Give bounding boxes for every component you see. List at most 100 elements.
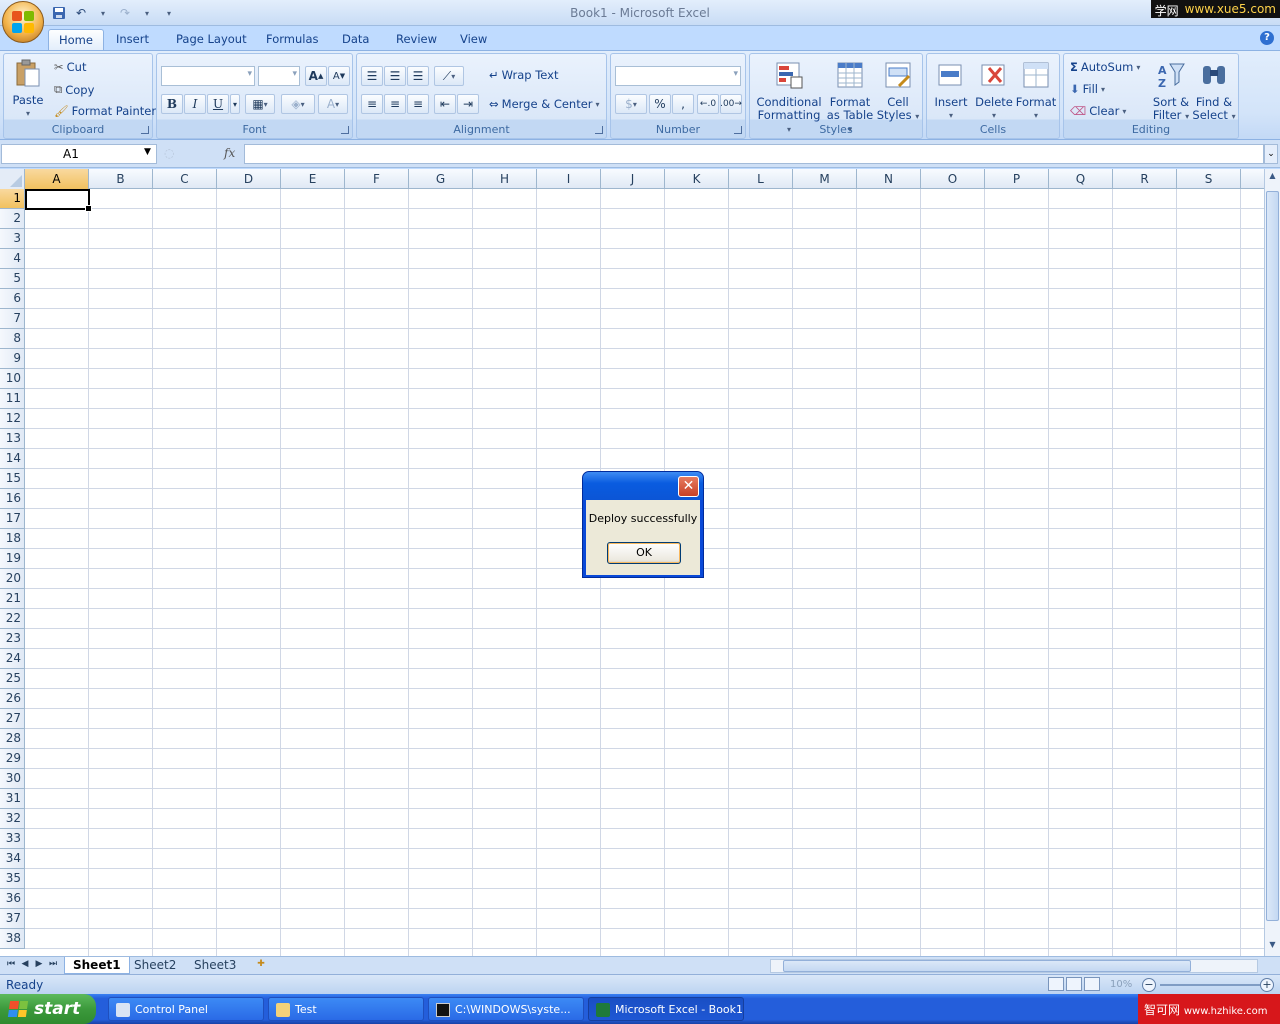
font-size-combo[interactable] [258, 66, 300, 86]
prev-sheet-icon[interactable]: ◀ [18, 959, 32, 973]
zoom-slider[interactable] [1160, 984, 1260, 986]
row-header[interactable]: 6 [0, 289, 25, 309]
row-header[interactable]: 38 [0, 929, 25, 949]
row-header[interactable]: 5 [0, 269, 25, 289]
dialog-ok-button[interactable]: OK [607, 542, 681, 564]
increase-indent-icon[interactable]: ⇥ [457, 94, 479, 114]
row-header[interactable]: 20 [0, 569, 25, 589]
vertical-scrollbar[interactable]: ▲ ▼ [1264, 169, 1280, 956]
row-header[interactable]: 10 [0, 369, 25, 389]
tab-home[interactable]: Home [48, 29, 104, 50]
row-header[interactable]: 37 [0, 909, 25, 929]
row-header[interactable]: 36 [0, 889, 25, 909]
row-header[interactable]: 11 [0, 389, 25, 409]
row-header[interactable]: 9 [0, 349, 25, 369]
column-header[interactable]: R [1113, 169, 1177, 189]
column-header[interactable]: S [1177, 169, 1241, 189]
column-header[interactable]: E [281, 169, 345, 189]
start-button[interactable]: start [0, 994, 96, 1024]
clear-button[interactable]: ⌫ Clear ▾ [1070, 104, 1126, 118]
column-header[interactable]: N [857, 169, 921, 189]
cut-button[interactable]: ✂ Cut [54, 60, 86, 74]
align-center-icon[interactable]: ≡ [384, 94, 406, 114]
column-header[interactable]: C [153, 169, 217, 189]
align-top-icon[interactable]: ☰ [361, 66, 383, 86]
dialog-close-button[interactable]: ✕ [678, 476, 699, 497]
align-left-icon[interactable]: ≡ [361, 94, 383, 114]
formula-input[interactable] [244, 144, 1264, 164]
find-select-button[interactable]: Find & Select ▾ [1192, 60, 1236, 123]
fill-color-icon[interactable]: ◈ ▾ [281, 94, 315, 114]
row-header[interactable]: 30 [0, 769, 25, 789]
help-icon[interactable]: ? [1260, 31, 1274, 45]
row-header[interactable]: 8 [0, 329, 25, 349]
sheet-tab-sheet1[interactable]: Sheet1 [64, 957, 130, 974]
autosum-button[interactable]: Σ AutoSum ▾ [1070, 60, 1140, 74]
insert-sheet-icon[interactable]: ✚ [252, 959, 270, 973]
name-box-dropdown-icon[interactable]: ▼ [144, 147, 151, 157]
font-color-icon[interactable]: A ▾ [318, 94, 348, 114]
column-header[interactable]: G [409, 169, 473, 189]
horizontal-scrollbar[interactable] [770, 959, 1258, 973]
increase-decimal-icon[interactable]: ←.0 [697, 94, 719, 114]
column-header[interactable]: B [89, 169, 153, 189]
insert-cells-button[interactable]: Insert ▾ [931, 60, 971, 122]
column-header[interactable]: J [601, 169, 665, 189]
number-launcher-icon[interactable] [734, 126, 742, 134]
row-header[interactable]: 3 [0, 229, 25, 249]
underline-button[interactable]: U [207, 94, 229, 114]
row-header[interactable]: 17 [0, 509, 25, 529]
paste-button[interactable]: Paste ▾ [8, 58, 48, 120]
row-header[interactable]: 2 [0, 209, 25, 229]
row-header[interactable]: 16 [0, 489, 25, 509]
orientation-icon[interactable]: ⟋ ▾ [434, 66, 464, 86]
expand-formula-bar-icon[interactable]: ⌄ [1264, 144, 1278, 164]
zoom-in-icon[interactable]: + [1260, 978, 1274, 992]
decrease-decimal-icon[interactable]: .00→ [720, 94, 742, 114]
row-header[interactable]: 25 [0, 669, 25, 689]
zoom-level[interactable]: 10% [1110, 979, 1132, 990]
normal-view-icon[interactable] [1048, 977, 1064, 991]
align-middle-icon[interactable]: ☰ [384, 66, 406, 86]
column-header[interactable]: H [473, 169, 537, 189]
sheet-tab-sheet3[interactable]: Sheet3 [186, 957, 244, 974]
active-cell-a1[interactable] [25, 189, 92, 212]
row-header[interactable]: 31 [0, 789, 25, 809]
first-sheet-icon[interactable]: ⏮ [4, 959, 18, 973]
row-header[interactable]: 14 [0, 449, 25, 469]
row-header[interactable]: 35 [0, 869, 25, 889]
italic-button[interactable]: I [184, 94, 206, 114]
zoom-out-icon[interactable]: − [1142, 978, 1156, 992]
row-header[interactable]: 12 [0, 409, 25, 429]
page-break-view-icon[interactable] [1084, 977, 1100, 991]
cell-styles-button[interactable]: Cell Styles ▾ [876, 60, 920, 123]
font-name-combo[interactable] [161, 66, 255, 86]
tab-formulas[interactable]: Formulas [256, 29, 329, 50]
taskbar-item-test[interactable]: Test [268, 997, 424, 1021]
page-layout-view-icon[interactable] [1066, 977, 1082, 991]
office-button[interactable] [2, 1, 44, 43]
select-all-button[interactable] [0, 169, 25, 189]
row-header[interactable]: 4 [0, 249, 25, 269]
row-header[interactable]: 18 [0, 529, 25, 549]
underline-dropdown-icon[interactable]: ▾ [230, 94, 240, 114]
horizontal-scroll-thumb[interactable] [783, 960, 1191, 972]
format-painter-button[interactable]: 🖌 Format Painter [54, 104, 156, 118]
taskbar-item-excel[interactable]: Microsoft Excel - Book1 [588, 997, 744, 1021]
decrease-indent-icon[interactable]: ⇤ [434, 94, 456, 114]
taskbar-item-control-panel[interactable]: Control Panel [108, 997, 264, 1021]
borders-icon[interactable]: ▦ ▾ [245, 94, 275, 114]
comma-button[interactable]: , [672, 94, 694, 114]
row-header[interactable]: 23 [0, 629, 25, 649]
column-header[interactable]: K [665, 169, 729, 189]
column-header[interactable]: I [537, 169, 601, 189]
clipboard-launcher-icon[interactable] [141, 126, 149, 134]
column-header[interactable]: F [345, 169, 409, 189]
font-launcher-icon[interactable] [341, 126, 349, 134]
column-header[interactable]: A [25, 169, 89, 189]
column-header[interactable]: O [921, 169, 985, 189]
scroll-up-icon[interactable]: ▲ [1266, 171, 1279, 185]
row-header[interactable]: 26 [0, 689, 25, 709]
taskbar-item-cmd[interactable]: C:\WINDOWS\syste... [428, 997, 584, 1021]
row-header[interactable]: 19 [0, 549, 25, 569]
